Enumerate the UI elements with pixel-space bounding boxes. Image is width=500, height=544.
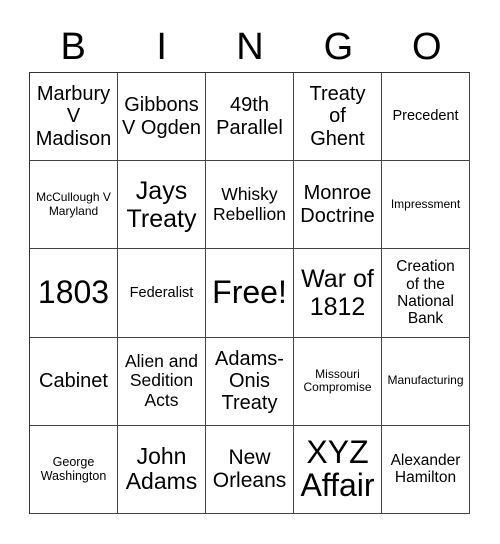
header-letter-b: B (60, 26, 86, 68)
bingo-cell[interactable]: 1803 (30, 249, 118, 338)
header-letter-o: O (412, 26, 442, 68)
cell-text: XYZ Affair (300, 433, 375, 504)
cell-text: Manufacturing (387, 373, 464, 388)
cell-text: 49th Parallel (216, 94, 283, 139)
bingo-cell[interactable]: Jays Treaty (118, 161, 206, 250)
bingo-cell[interactable]: Alien and Sedition Acts (118, 337, 206, 426)
bingo-cell[interactable]: XYZ Affair (294, 425, 382, 514)
cell-text: 1803 (37, 274, 110, 311)
cell-text: John Adams (125, 442, 198, 495)
free-space-cell[interactable]: Free! (206, 249, 294, 338)
cell-text: George Washington (40, 455, 107, 484)
header-letter-i: I (156, 26, 167, 68)
bingo-cell[interactable]: Whisky Rebellion (206, 161, 294, 250)
cell-text: Monroe Doctrine (300, 182, 375, 227)
bingo-cell[interactable]: 49th Parallel (206, 73, 294, 162)
bingo-cell[interactable]: Alexander Hamilton (382, 425, 470, 514)
bingo-cell[interactable]: McCullough V Maryland (30, 161, 118, 250)
cell-text: Alien and Sedition Acts (125, 350, 198, 410)
header-letter-n: N (236, 26, 264, 68)
bingo-cell[interactable]: John Adams (118, 425, 206, 514)
cell-text: Whisky Rebellion (213, 184, 286, 224)
header-letter-g: G (323, 26, 354, 68)
cell-text: Impressment (390, 197, 461, 212)
cell-text: Federalist (129, 284, 194, 301)
bingo-cell[interactable]: New Orleans (206, 425, 294, 514)
bingo-cell[interactable]: Precedent (382, 73, 470, 162)
bingo-cell[interactable]: Federalist (118, 249, 206, 338)
cell-text: War of 1812 (301, 264, 374, 321)
cell-text: Jays Treaty (126, 176, 197, 233)
bingo-cell[interactable]: Treaty of Ghent (294, 73, 382, 162)
cell-text: Adams-Onis Treaty (215, 347, 284, 415)
bingo-cell[interactable]: Manufacturing (382, 337, 470, 426)
bingo-cell[interactable]: Creation of the National Bank (382, 249, 470, 338)
bingo-cell[interactable]: Cabinet (30, 337, 118, 426)
cell-text: Gibbons V Ogden (122, 94, 201, 139)
bingo-cell[interactable]: George Washington (30, 425, 118, 514)
bingo-card-grid: Marbury V Madison Gibbons V Ogden 49th P… (29, 72, 470, 514)
bingo-cell[interactable]: Gibbons V Ogden (118, 73, 206, 162)
bingo-cell[interactable]: Marbury V Madison (30, 73, 118, 162)
cell-text: Creation of the National Bank (396, 258, 455, 328)
bingo-cell[interactable]: Impressment (382, 161, 470, 250)
cell-text: Alexander Hamilton (390, 452, 461, 487)
bingo-cell[interactable]: Monroe Doctrine (294, 161, 382, 250)
bingo-header: B I N G O (29, 22, 471, 72)
cell-text: New Orleans (212, 445, 287, 493)
cell-text: Precedent (392, 108, 459, 125)
cell-text: Cabinet (39, 370, 108, 392)
bingo-cell[interactable]: Missouri Compromise (294, 337, 382, 426)
cell-text: McCullough V Maryland (36, 190, 111, 218)
cell-text: Treaty of Ghent (309, 83, 366, 150)
free-space-text: Free! (212, 274, 287, 311)
bingo-cell[interactable]: War of 1812 (294, 249, 382, 338)
cell-text: Marbury V Madison (35, 83, 112, 150)
bingo-cell[interactable]: Adams-Onis Treaty (206, 337, 294, 426)
cell-text: Missouri Compromise (303, 366, 372, 395)
